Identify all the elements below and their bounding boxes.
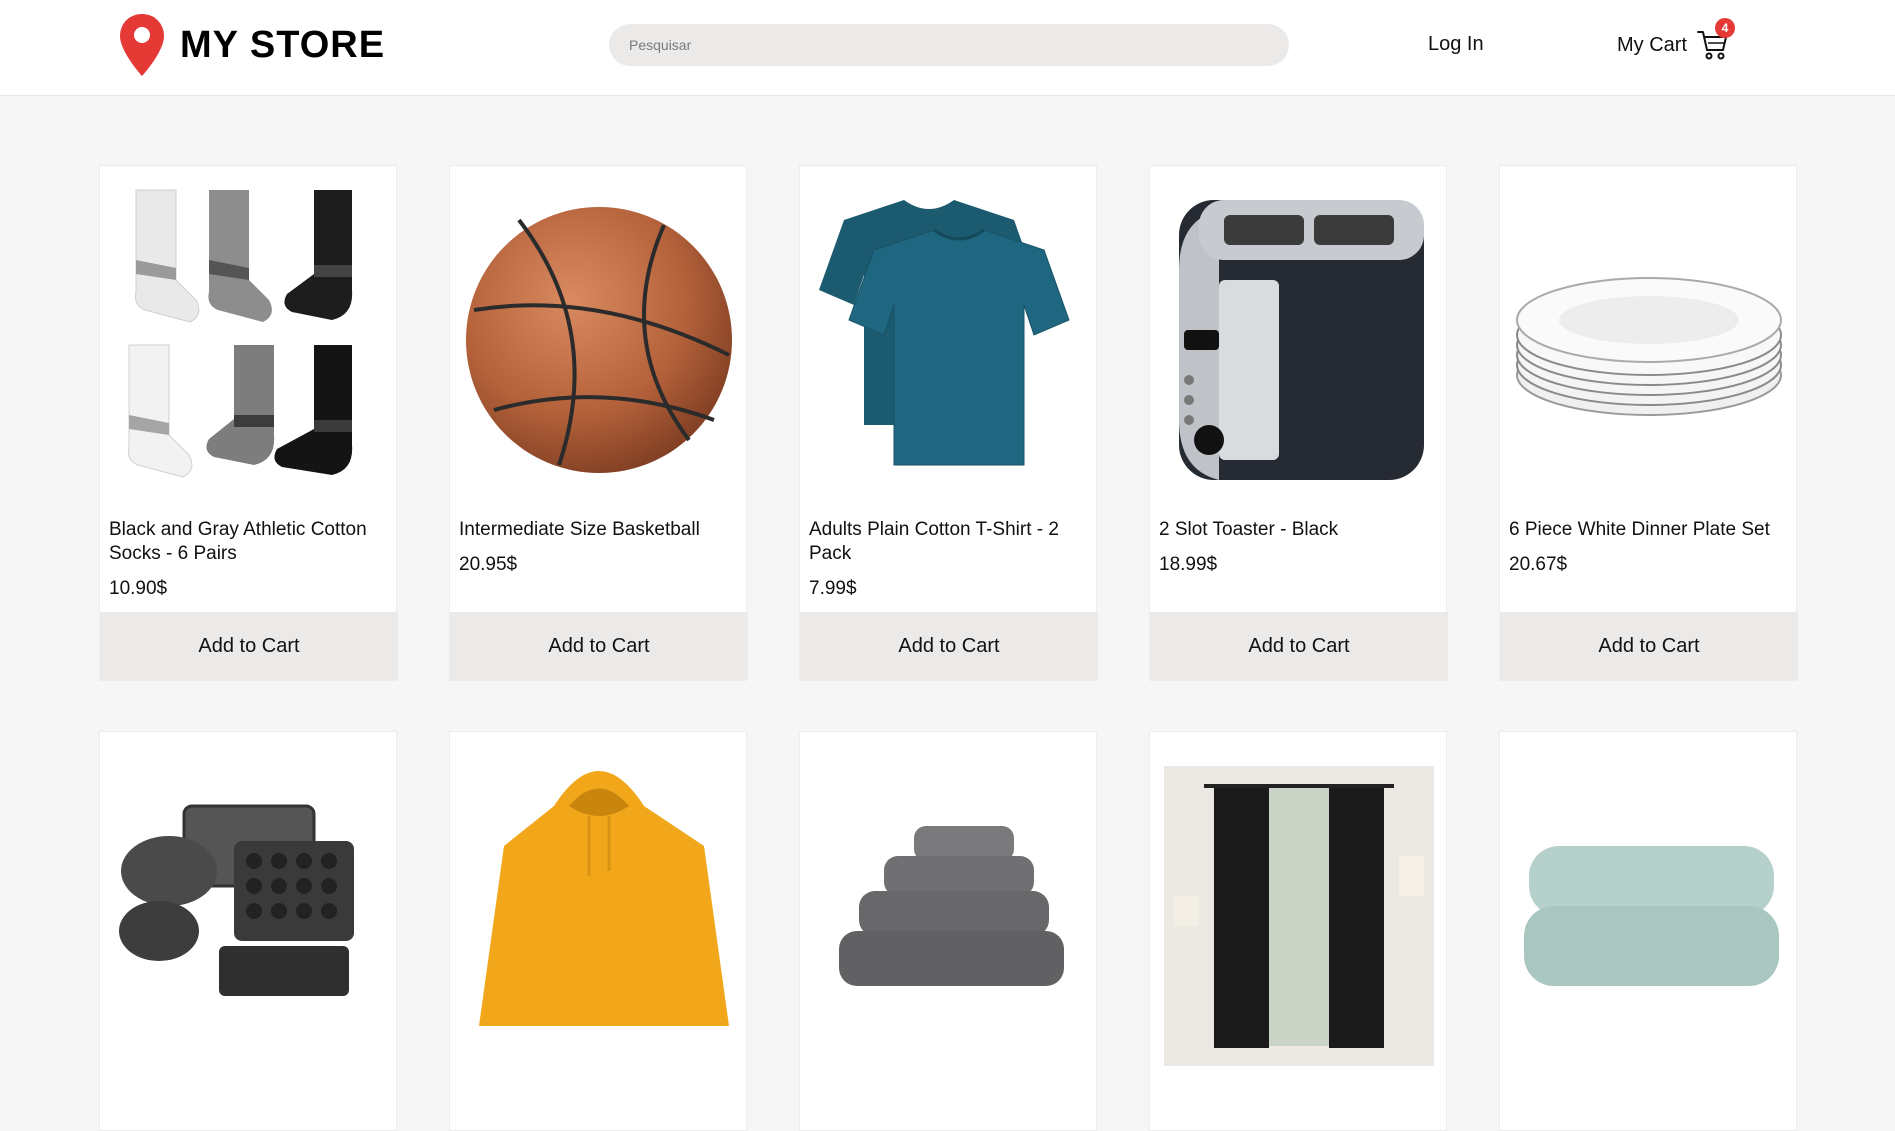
add-to-cart-button[interactable]: Add to Cart: [1150, 612, 1448, 680]
login-link[interactable]: Log In: [1428, 33, 1484, 56]
add-to-cart-button[interactable]: Add to Cart: [450, 612, 748, 680]
product-price: 7.99$: [809, 578, 857, 599]
product-name: Adults Plain Cotton T-Shirt - 2 Pack: [809, 519, 1059, 564]
product-card: [449, 731, 747, 1131]
cart-label: My Cart: [1617, 33, 1687, 56]
product-price: 20.67$: [1509, 554, 1568, 575]
add-to-cart-button[interactable]: Add to Cart: [100, 612, 398, 680]
search-input[interactable]: [609, 24, 1289, 66]
product-image-plates[interactable]: [1514, 180, 1784, 500]
product-price: 10.90$: [109, 578, 168, 599]
product-image-socks[interactable]: [114, 180, 384, 500]
add-to-cart-button[interactable]: Add to Cart: [1500, 612, 1798, 680]
product-name: Intermediate Size Basketball: [459, 519, 700, 540]
product-image-tshirt[interactable]: [814, 180, 1084, 500]
product-price: 20.95$: [459, 554, 518, 575]
cart-count-badge: 4: [1715, 18, 1735, 38]
product-price: 18.99$: [1159, 554, 1218, 575]
product-image-toaster[interactable]: [1164, 180, 1434, 500]
product-card: [1499, 731, 1797, 1131]
product-image-hoodie[interactable]: [464, 746, 734, 1066]
product-name: 2 Slot Toaster - Black: [1159, 519, 1339, 540]
location-pin-icon: [120, 14, 164, 76]
product-card: Intermediate Size Basketball 20.95$ Add …: [449, 165, 748, 681]
product-card: 6 Piece White Dinner Plate Set 20.67$ Ad…: [1499, 165, 1798, 681]
product-card: [1149, 731, 1447, 1131]
store-logo[interactable]: MY STORE: [118, 10, 385, 80]
product-image-basketball[interactable]: [464, 180, 734, 500]
product-card: Adults Plain Cotton T-Shirt - 2 Pack 7.9…: [799, 165, 1098, 681]
product-image-blanket[interactable]: [1514, 746, 1784, 1066]
product-card: Black and Gray Athletic Cotton Socks - 6…: [99, 165, 398, 681]
logo-text: MY STORE: [180, 23, 386, 66]
top-header: MY STORE Log In My Cart 4: [0, 0, 1895, 96]
product-image-curtains[interactable]: [1164, 746, 1434, 1066]
product-card: [799, 731, 1097, 1131]
product-name: 6 Piece White Dinner Plate Set: [1509, 519, 1770, 540]
product-card: 2 Slot Toaster - Black 18.99$ Add to Car…: [1149, 165, 1448, 681]
product-image-bakeware[interactable]: [114, 746, 384, 1066]
product-image-towels[interactable]: [814, 746, 1084, 1066]
product-card: [99, 731, 397, 1131]
shopping-cart-icon: 4: [1697, 18, 1735, 62]
my-cart-link[interactable]: My Cart 4: [1617, 18, 1735, 62]
add-to-cart-button[interactable]: Add to Cart: [800, 612, 1098, 680]
product-name: Black and Gray Athletic Cotton Socks - 6…: [109, 519, 367, 564]
